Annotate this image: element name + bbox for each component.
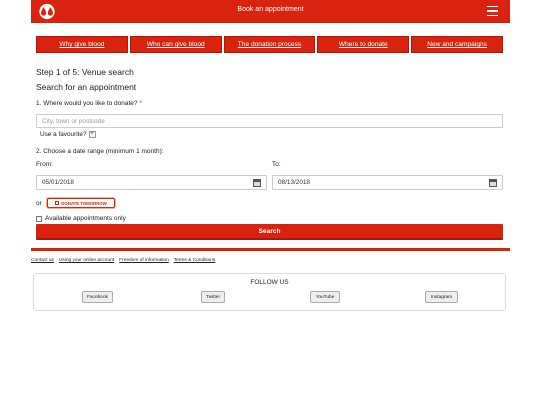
nav-why-give-blood[interactable]: Why give blood: [36, 36, 128, 53]
nav-new-and-campaigns[interactable]: New and campaigns: [411, 36, 503, 53]
available-only-option: Available appointments only: [36, 215, 126, 222]
facebook-button[interactable]: Facebook: [82, 291, 113, 303]
date-range-question: 2. Choose a date range (minimum 1 month)…: [36, 148, 164, 155]
required-marker: *: [139, 100, 142, 107]
nav-donation-process[interactable]: The donation process: [223, 36, 316, 53]
calendar-icon[interactable]: [253, 178, 261, 187]
to-label: To:: [272, 161, 281, 168]
location-question: 1. Where would you like to donate? *: [36, 100, 142, 107]
follow-us-title: FOLLOW US: [250, 279, 289, 286]
to-date-value: 08/13/2018: [278, 179, 310, 186]
from-label: From:: [36, 161, 53, 168]
from-date-value: 05/01/2018: [42, 179, 74, 186]
footer-link-freedom-of-information[interactable]: Freedom of information: [119, 258, 169, 263]
footer-link-terms[interactable]: Terms & Conditions: [174, 258, 216, 263]
nav-where-to-donate[interactable]: Where to donate: [317, 36, 410, 53]
available-only-label: Available appointments only: [45, 215, 126, 222]
follow-us-panel: FOLLOW US Facebook Twitter YouTube Insta…: [33, 273, 506, 311]
search-button[interactable]: Search: [36, 224, 503, 240]
footer-link-online-account[interactable]: Using your online account: [59, 258, 114, 263]
use-favourite: Use a favourite? +: [40, 131, 96, 138]
twitter-button[interactable]: Twitter: [201, 291, 225, 303]
form-heading: Search for an appointment: [36, 82, 137, 92]
or-text: or: [36, 200, 42, 207]
donate-tomorrow-button[interactable]: DONATE TOMORROW: [47, 198, 115, 208]
use-favourite-label: Use a favourite?: [40, 131, 87, 138]
calendar-icon[interactable]: [489, 178, 497, 187]
youtube-button[interactable]: YouTube: [310, 291, 340, 303]
step-indicator: Step 1 of 5: Venue search: [36, 67, 134, 77]
donate-tomorrow-label: DONATE TOMORROW: [61, 200, 107, 206]
page-title: Book an appointment: [237, 6, 304, 13]
instagram-button[interactable]: Instagram: [425, 291, 458, 303]
footer-links: Contact us Using your online account Fre…: [31, 258, 215, 263]
location-input[interactable]: [36, 114, 503, 128]
available-only-checkbox[interactable]: [36, 215, 42, 222]
to-date-input[interactable]: 08/13/2018: [272, 175, 503, 190]
main-nav: Why give blood Who can give blood The do…: [36, 36, 503, 53]
donate-tomorrow-checkbox-icon: [55, 201, 60, 205]
location-question-label: 1. Where would you like to donate?: [36, 100, 138, 107]
add-favourite-button[interactable]: +: [88, 131, 96, 138]
from-date-input[interactable]: 05/01/2018: [36, 175, 267, 190]
nav-who-can-give-blood[interactable]: Who can give blood: [129, 36, 222, 53]
footer-divider: [31, 248, 510, 251]
footer-link-contact-us[interactable]: Contact us: [31, 258, 54, 263]
top-bar: Book an appointment: [31, 0, 510, 23]
hamburger-menu-icon[interactable]: [487, 6, 498, 16]
